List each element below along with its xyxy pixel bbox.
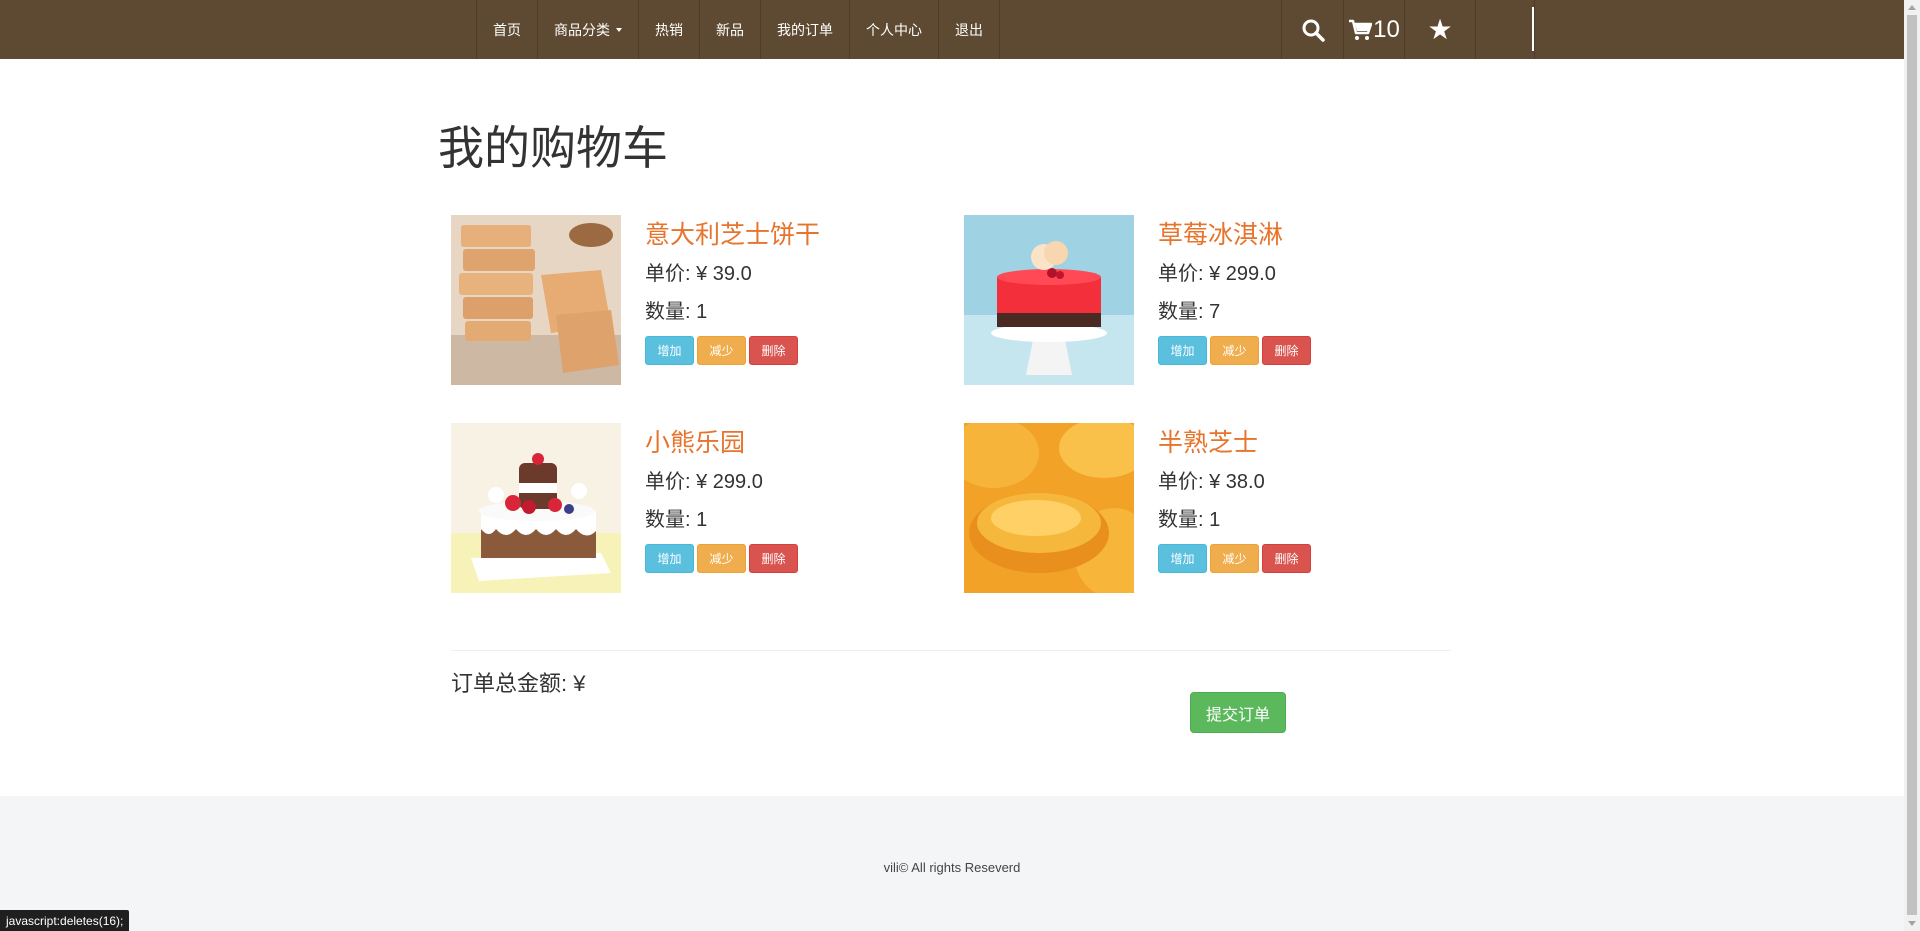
product-quantity: 数量: 1 [645, 301, 708, 323]
nav-item-profile[interactable]: 个人中心 [850, 0, 939, 59]
decrease-button[interactable]: 减少 [697, 336, 746, 365]
quantity-controls: 增加 减少 删除 [1158, 544, 1311, 573]
scrollbar-thumb[interactable] [1907, 15, 1917, 915]
link-status-bar: javascript:deletes(16); [0, 910, 130, 931]
nav-item-label: 新品 [716, 21, 744, 38]
nav-item-hot[interactable]: 热销 [639, 0, 700, 59]
increase-button[interactable]: 增加 [1158, 336, 1207, 365]
product-name[interactable]: 意大利芝士饼干 [645, 215, 820, 251]
cart-item: 草莓冰淇淋 单价: ¥ 299.0 数量: 7 增加 减少 删除 [964, 215, 1444, 385]
top-navbar: 首页 商品分类 热销 新品 我的订单 个人中心 退出 10 ★ [0, 0, 1904, 59]
product-image[interactable] [964, 423, 1134, 593]
product-name[interactable]: 小熊乐园 [645, 423, 745, 459]
cart-item: 半熟芝士 单价: ¥ 38.0 数量: 1 增加 减少 删除 [964, 423, 1444, 593]
cart-count-badge: 10 [1373, 15, 1400, 43]
cart-button[interactable]: 10 [1344, 0, 1405, 59]
favorites-button[interactable]: ★ [1405, 0, 1476, 59]
decrease-button[interactable]: 减少 [1210, 544, 1259, 573]
product-name[interactable]: 半熟芝士 [1158, 423, 1258, 459]
nav-item-label: 退出 [955, 21, 983, 38]
nav-divider-line [1532, 7, 1534, 51]
increase-button[interactable]: 增加 [645, 544, 694, 573]
order-total: 订单总金额: ¥ [451, 671, 586, 696]
decrease-button[interactable]: 减少 [1210, 336, 1259, 365]
product-image[interactable] [451, 423, 621, 593]
cart-item: 小熊乐园 单价: ¥ 299.0 数量: 1 增加 减少 删除 [451, 423, 931, 593]
nav-item-label: 商品分类 [554, 21, 610, 38]
increase-button[interactable]: 增加 [645, 336, 694, 365]
delete-button[interactable]: 删除 [749, 544, 798, 573]
nav-actions: 10 ★ [1281, 0, 1535, 59]
star-icon: ★ [1427, 14, 1453, 45]
nav-item-label: 我的订单 [777, 21, 833, 38]
nav-item-label: 个人中心 [866, 21, 922, 38]
search-button[interactable] [1282, 0, 1344, 59]
product-price: 单价: ¥ 39.0 [645, 263, 752, 285]
nav-item-label: 热销 [655, 21, 683, 38]
quantity-controls: 增加 减少 删除 [645, 544, 798, 573]
page-title: 我的购物车 [438, 122, 668, 174]
cart-item: 意大利芝士饼干 单价: ¥ 39.0 数量: 1 增加 减少 删除 [451, 215, 931, 385]
product-image[interactable] [964, 215, 1134, 385]
product-quantity: 数量: 7 [1158, 301, 1221, 323]
nav-item-logout[interactable]: 退出 [939, 0, 1000, 59]
nav-item-label: 首页 [493, 21, 521, 38]
submit-order-button[interactable]: 提交订单 [1190, 692, 1286, 733]
product-name[interactable]: 草莓冰淇淋 [1158, 215, 1283, 251]
nav-item-categories-dropdown[interactable]: 商品分类 [538, 0, 639, 59]
product-quantity: 数量: 1 [1158, 509, 1221, 531]
nav-item-my-orders[interactable]: 我的订单 [761, 0, 850, 59]
product-price: 单价: ¥ 299.0 [1158, 263, 1276, 285]
footer-copyright: vili© All rights Reseverd [883, 860, 1021, 875]
decrease-button[interactable]: 减少 [697, 544, 746, 573]
product-price: 单价: ¥ 38.0 [1158, 471, 1265, 493]
footer: vili© All rights Reseverd [0, 796, 1904, 931]
delete-button[interactable]: 删除 [1262, 544, 1311, 573]
caret-down-icon [616, 27, 622, 32]
cart-icon [1349, 19, 1373, 40]
vertical-scrollbar[interactable] [1904, 0, 1920, 931]
scroll-up-arrow-icon[interactable] [1908, 5, 1916, 10]
product-image[interactable] [451, 215, 621, 385]
nav-menu: 首页 商品分类 热销 新品 我的订单 个人中心 退出 [476, 0, 1000, 59]
quantity-controls: 增加 减少 删除 [645, 336, 798, 365]
divider [451, 650, 1451, 651]
increase-button[interactable]: 增加 [1158, 544, 1207, 573]
nav-item-home[interactable]: 首页 [477, 0, 538, 59]
delete-button[interactable]: 删除 [1262, 336, 1311, 365]
nav-blank-item [1476, 0, 1535, 59]
product-quantity: 数量: 1 [645, 509, 708, 531]
delete-button[interactable]: 删除 [749, 336, 798, 365]
search-icon [1302, 19, 1325, 42]
scroll-down-arrow-icon[interactable] [1908, 921, 1916, 926]
quantity-controls: 增加 减少 删除 [1158, 336, 1311, 365]
product-price: 单价: ¥ 299.0 [645, 471, 763, 493]
nav-item-new[interactable]: 新品 [700, 0, 761, 59]
